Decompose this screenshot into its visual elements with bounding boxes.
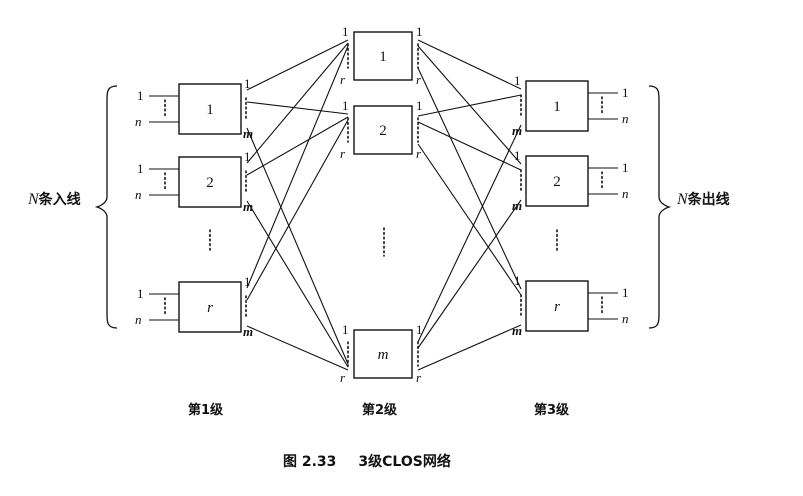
stage3-switch-2: 2 1 m 1 n [512,148,629,213]
input-port-n: n [135,312,142,327]
stage1-switch-1: 1 1 n 1 m [135,76,253,141]
stage3-in-port-m: m [512,323,522,338]
right-output-brace [648,85,672,329]
right-label-n: N [677,191,688,208]
input-port-n: n [135,114,142,129]
stage3-in-port-1: 1 [514,73,521,88]
stage3-box-label: 2 [553,174,561,190]
clos-network-figure: 11n1m21n1mr1n1m11r1r21r1rm1r1r11m1n21m1n… [0,0,803,491]
stage1-switch-3: r 1 n 1 m [135,274,253,339]
output-port-n: n [622,186,629,201]
link-s1-2-to-s2-1 [246,42,349,164]
input-port-1: 1 [137,286,144,301]
link-s1-2-to-s2-3 [246,200,349,368]
link-s1-3-to-s2-3 [246,325,349,371]
stage1-box-label: 2 [206,175,214,191]
stage-3-label: 第3级 [534,403,570,418]
output-port-m: m [243,126,253,141]
left-input-label: N条入线 [28,189,81,209]
stage2-in-port-r: r [340,72,346,87]
stage2-switch-2: 21r1r [340,98,423,161]
stage-2-label: 第2级 [362,403,398,418]
stage2-switch-1: 11r1r [340,24,423,87]
stage3-box-label: 1 [553,99,561,115]
output-port-1: 1 [622,285,629,300]
output-port-n: n [622,111,629,126]
clos-diagram-canvas: 11n1m21n1mr1n1m11r1r21r1rm1r1r11m1n21m1n… [94,24,672,385]
stage3-in-port-m: m [512,123,522,138]
stage2-in-port-r: r [340,370,346,385]
stage3-switch-3: r 1 m 1 n [512,273,629,338]
switch-boxes: 11n1m21n1mr1n1m11r1r21r1rm1r1r11m1n21m1n… [135,24,629,385]
link-s2-3-to-s3-2 [417,199,522,349]
stage2-out-port-1: 1 [416,24,423,39]
link-s1-3-to-s2-2 [246,119,349,301]
right-label-text: 条出线 [687,192,730,208]
stage2-box-label: 1 [379,49,387,65]
output-port-m: m [243,324,253,339]
output-port-1: 1 [244,274,251,289]
input-port-1: 1 [137,88,144,103]
link-s2-3-to-s3-1 [417,124,522,343]
input-port-1: 1 [137,161,144,176]
left-label-text: 条入线 [38,192,81,208]
left-label-n: N [28,191,39,208]
figure-label: 图 2.33 [283,454,337,470]
stage1-box-label: r [207,300,213,316]
output-port-m: m [243,199,253,214]
right-output-label: N条出线 [677,189,730,209]
link-s2-2-to-s3-3 [417,143,522,296]
stage2-in-port-r: r [340,146,346,161]
stage2-out-port-1: 1 [416,98,423,113]
link-s1-1-to-s2-3 [246,127,349,365]
stage2-in-port-1: 1 [342,24,349,39]
link-s2-2-to-s3-1 [417,94,522,117]
stage2-switch-3: m 1 r 1 r [340,322,423,385]
stage2-in-port-1: 1 [342,322,349,337]
link-s2-3-to-s3-3 [417,324,522,371]
stage3-switch-1: 1 1 m 1 n [512,73,629,138]
stage3-box-label: r [554,299,560,315]
stage3-in-port-1: 1 [514,273,521,288]
stage3-in-port-1: 1 [514,148,521,163]
stage2-box-label: 2 [379,123,387,139]
interconnect-lines [246,39,522,371]
stage2-box-label: m [378,347,389,363]
figure-caption: 图 2.33 3级CLOS网络 [283,451,451,471]
output-port-1: 1 [622,160,629,175]
stage1-switch-2: 2 1 n 1 m [135,149,253,214]
stage1-box-label: 1 [206,102,214,118]
output-port-n: n [622,311,629,326]
stage-1-label: 第1级 [188,403,224,418]
output-port-1: 1 [244,149,251,164]
stage2-out-port-1: 1 [416,322,423,337]
link-s2-1-to-s3-3 [417,67,522,290]
input-port-n: n [135,187,142,202]
figure-title: 3级CLOS网络 [358,454,451,470]
output-port-1: 1 [622,85,629,100]
stage2-out-port-r: r [416,370,422,385]
output-port-1: 1 [244,76,251,91]
stage3-in-port-m: m [512,198,522,213]
stage2-in-port-1: 1 [342,98,349,113]
left-input-brace [94,85,118,329]
